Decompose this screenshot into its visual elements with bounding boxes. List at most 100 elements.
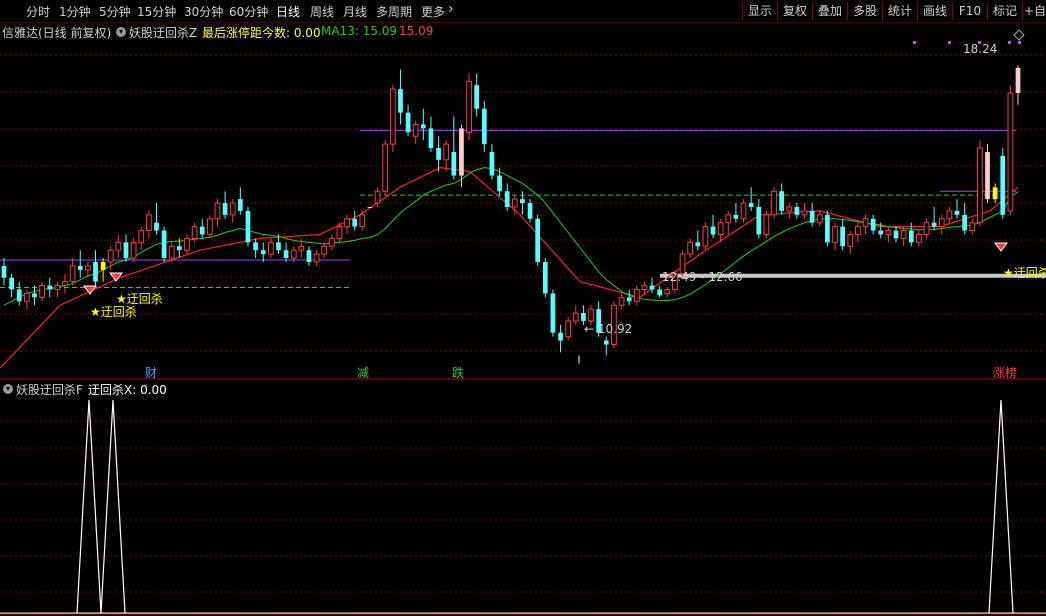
candle-body <box>367 206 373 208</box>
candle-body <box>558 332 563 341</box>
candle-body <box>245 210 251 243</box>
candle-body <box>962 214 967 231</box>
candle-body <box>916 233 922 243</box>
candle-body <box>466 80 472 133</box>
marker-reduce[interactable]: 减 <box>357 364 369 381</box>
candle-body <box>489 151 495 176</box>
indicator-dropdown-icon[interactable]: ▾ <box>116 27 126 37</box>
candle-body <box>771 190 777 216</box>
candle-body <box>77 265 83 270</box>
candle-body <box>603 340 609 345</box>
candle-body <box>69 265 76 283</box>
candle-body <box>359 214 366 228</box>
candle-body <box>649 285 655 290</box>
candle-body <box>214 202 221 220</box>
candle-body <box>420 124 426 129</box>
sub-indicator-dropdown-icon[interactable]: ▾ <box>3 384 13 394</box>
candle-body <box>313 253 320 263</box>
candle-body <box>283 250 289 259</box>
signal-text: ★迂回杀 <box>1003 266 1046 280</box>
candle-body <box>260 250 266 255</box>
candle-body <box>717 222 724 235</box>
candle-body <box>1007 92 1014 212</box>
signal-spike <box>76 399 102 614</box>
stock-chart[interactable] <box>0 0 1046 616</box>
candle-body <box>32 293 37 298</box>
candle-body <box>572 312 579 322</box>
candle-body <box>352 218 358 227</box>
candle-body <box>1000 155 1006 215</box>
candle-body <box>893 230 899 239</box>
candle-body <box>931 222 937 227</box>
candle-body <box>459 128 464 176</box>
candle-body <box>702 226 709 247</box>
candle-body <box>527 203 533 219</box>
candle-body <box>428 128 434 149</box>
candle-body <box>199 226 205 235</box>
candle-body <box>412 123 419 137</box>
candle-body <box>504 191 510 207</box>
candle-body <box>298 245 305 251</box>
ma13-value2: 15.09 <box>399 24 434 38</box>
sub-indicator-value: 迂回杀X: 0.00 <box>88 383 167 397</box>
candle-body <box>900 230 907 239</box>
candle-body <box>54 285 61 290</box>
candle-body <box>832 226 838 243</box>
marker-finance[interactable]: 财 <box>145 364 157 381</box>
candle-body <box>740 202 747 220</box>
candle-body <box>862 218 869 228</box>
candle-body <box>1015 67 1021 94</box>
signal-dot <box>1018 41 1021 44</box>
candle-body <box>24 292 30 302</box>
signal-spike <box>988 399 1014 614</box>
candle-body <box>374 190 381 204</box>
candle-body <box>633 288 640 302</box>
ruby-signal-icon <box>994 242 1008 252</box>
candle-body <box>321 245 328 255</box>
candle-body <box>664 288 671 295</box>
candle-body <box>253 242 258 251</box>
signal-dot <box>948 41 951 44</box>
stock-label: 信雅达(日线 前复权) <box>2 26 112 40</box>
candle-body <box>344 218 350 228</box>
marker-rank[interactable]: 涨榜 <box>993 364 1017 381</box>
candle-body <box>733 214 739 219</box>
candle-body <box>954 210 960 215</box>
marker-fall[interactable]: 跌 <box>452 364 464 381</box>
candle-body <box>222 203 228 215</box>
candle-body <box>168 245 175 259</box>
candle-body <box>816 214 823 224</box>
candle-body <box>520 199 525 204</box>
candle-body <box>908 230 914 243</box>
candle-body <box>16 289 22 302</box>
candle-body <box>725 214 732 224</box>
candle-body <box>145 214 152 232</box>
candle-body <box>870 218 876 231</box>
candle-body <box>100 261 106 270</box>
candle-body <box>801 210 808 216</box>
sub-indicator-name: 妖股迂回杀F <box>16 383 83 397</box>
candle-body <box>39 285 45 298</box>
candle-body <box>306 250 312 262</box>
diamond-icon[interactable] <box>1013 29 1025 41</box>
candle-body <box>184 237 190 251</box>
candle-body <box>176 246 182 251</box>
candle-body <box>847 233 854 247</box>
ma13-line <box>3 167 1019 306</box>
candle-body <box>786 206 793 212</box>
candle-body <box>550 293 556 333</box>
signal-text: ★迂回杀 <box>90 305 137 319</box>
candle-body <box>328 237 335 247</box>
candle-body <box>878 230 884 235</box>
candle-body <box>62 281 68 287</box>
candle-body <box>138 230 145 243</box>
candle-body <box>695 242 701 247</box>
candle-body <box>336 226 343 239</box>
candle-body <box>130 241 137 259</box>
candle-body <box>276 242 281 251</box>
candle-body <box>809 210 815 223</box>
candle-body <box>946 210 953 220</box>
price-low-label: ← 10.92 <box>584 322 633 336</box>
candle-body <box>985 151 990 200</box>
candle-body <box>443 143 450 161</box>
